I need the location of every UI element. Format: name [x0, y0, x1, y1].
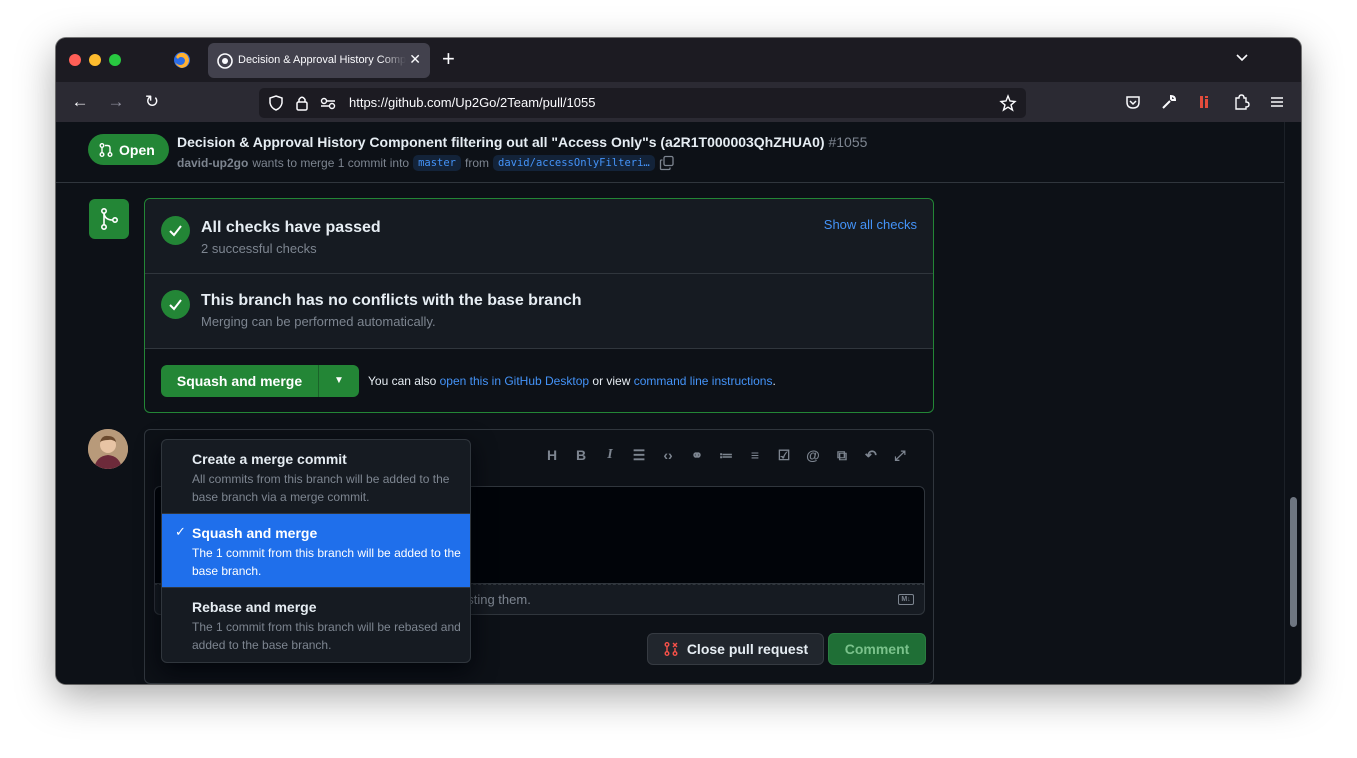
page-scrollbar[interactable]	[1284, 122, 1301, 684]
pull-request-icon	[99, 142, 113, 157]
check-success-icon	[161, 216, 190, 245]
checks-subtitle: 2 successful checks	[201, 241, 317, 256]
github-desktop-link[interactable]: open this in GitHub Desktop	[440, 374, 589, 388]
page-content: Open Decision & Approval History Compone…	[56, 122, 1284, 684]
wrench-icon[interactable]	[1160, 93, 1178, 111]
show-all-checks-link[interactable]: Show all checks	[824, 217, 917, 232]
copy-icon[interactable]	[659, 155, 675, 171]
reference-icon[interactable]: ⧉	[833, 446, 851, 464]
merge-alternatives-text: You can also open this in GitHub Desktop…	[368, 374, 776, 388]
pr-number: #1055	[828, 134, 868, 150]
merge-box: All checks have passed 2 successful chec…	[144, 198, 934, 413]
shield-icon[interactable]	[267, 94, 285, 112]
pr-header: Open Decision & Approval History Compone…	[56, 122, 1284, 183]
markdown-toolbar: H B I ☰ ‹› ⚭ ≔ ≡ ☑ @ ⧉ ↶ ⤢	[543, 446, 909, 464]
permissions-icon[interactable]	[319, 94, 337, 112]
period-text: .	[772, 374, 776, 388]
ordered-list-icon[interactable]: ≡	[746, 446, 764, 464]
menu-item-description: The 1 commit from this branch will be ad…	[192, 546, 461, 578]
menu-item-rebase-and-merge[interactable]: Rebase and merge The 1 commit from this …	[162, 588, 470, 662]
tab-title: Decision & Approval History Component fi…	[238, 54, 406, 66]
bold-icon[interactable]: B	[572, 446, 590, 464]
menu-item-title: Rebase and merge	[192, 599, 317, 615]
menu-item-title: Squash and merge	[192, 525, 318, 541]
tab-list-icon[interactable]	[1235, 51, 1249, 65]
or-view-text: or view	[592, 374, 631, 388]
check-success-icon	[161, 290, 190, 319]
tab-active[interactable]: Decision & Approval History Component fi…	[208, 43, 430, 78]
pr-state-label: Open	[119, 141, 155, 158]
firefox-icon[interactable]	[172, 50, 192, 70]
unordered-list-icon[interactable]: ≔	[717, 446, 735, 464]
close-pull-request-label: Close pull request	[686, 641, 809, 657]
command-line-link[interactable]: command line instructions	[634, 374, 773, 388]
extension-icon[interactable]	[1196, 93, 1214, 111]
checks-title: All checks have passed	[201, 219, 381, 236]
italic-icon[interactable]: I	[601, 446, 619, 464]
tab-bar: Decision & Approval History Component fi…	[56, 38, 1301, 82]
reply-icon[interactable]: ↶	[862, 446, 880, 464]
menu-icon[interactable]	[1268, 93, 1286, 111]
lock-icon[interactable]	[293, 94, 311, 112]
close-window-button[interactable]	[69, 54, 81, 66]
conflicts-section: This branch has no conflicts with the ba…	[145, 274, 933, 349]
quote-icon[interactable]: ☰	[630, 446, 648, 464]
task-list-icon[interactable]: ☑	[775, 446, 793, 464]
close-pull-request-button[interactable]: Close pull request	[647, 633, 824, 665]
bookmark-star-icon[interactable]	[999, 94, 1017, 112]
checks-section: All checks have passed 2 successful chec…	[145, 199, 933, 274]
pr-merge-text: wants to merge 1 commit into	[252, 156, 410, 170]
pr-from-text: from	[465, 156, 490, 170]
browser-window: Decision & Approval History Component fi…	[56, 38, 1301, 684]
pr-title-text: Decision & Approval History Component fi…	[177, 134, 825, 150]
reload-icon[interactable]: ↻	[142, 92, 162, 112]
new-tab-icon[interactable]: +	[442, 47, 455, 71]
comment-button[interactable]: Comment	[828, 633, 926, 665]
pr-title: Decision & Approval History Component fi…	[177, 134, 867, 150]
conflicts-subtitle: Merging can be performed automatically.	[201, 314, 436, 329]
menu-item-description: All commits from this branch will be add…	[192, 472, 450, 504]
minimize-window-button[interactable]	[89, 54, 101, 66]
close-icon[interactable]: ✕	[409, 51, 421, 68]
heading-icon[interactable]: H	[543, 446, 561, 464]
check-icon: ✓	[175, 524, 186, 539]
pocket-icon[interactable]	[1124, 93, 1142, 111]
git-merge-icon	[101, 208, 118, 230]
menu-item-create-merge-commit[interactable]: Create a merge commit All commits from t…	[162, 440, 470, 514]
mention-icon[interactable]: @	[804, 446, 822, 464]
conflicts-title: This branch has no conflicts with the ba…	[201, 292, 582, 309]
nav-bar: ← → ↻ https://github.com/Up2Go/2Team/pul…	[56, 82, 1301, 122]
triangle-down-icon: ▼	[334, 375, 344, 386]
markdown-icon[interactable]: M↓	[898, 594, 914, 605]
zoom-window-button[interactable]	[109, 54, 121, 66]
scrollbar-thumb[interactable]	[1290, 497, 1297, 627]
url-text: https://github.com/Up2Go/2Team/pull/1055	[349, 95, 596, 110]
pr-author-link[interactable]: david-up2go	[177, 156, 248, 170]
menu-item-title: Create a merge commit	[192, 451, 347, 467]
merge-method-menu: Create a merge commit All commits from t…	[161, 439, 471, 663]
pr-state-badge: Open	[88, 134, 169, 165]
menu-item-squash-and-merge[interactable]: ✓ Squash and merge The 1 commit from thi…	[162, 514, 470, 588]
also-prefix-text: You can also	[368, 374, 437, 388]
merge-method-dropdown-button[interactable]: ▼	[318, 365, 359, 397]
puzzle-icon[interactable]	[1232, 93, 1250, 111]
url-bar[interactable]: https://github.com/Up2Go/2Team/pull/1055	[259, 88, 1026, 118]
code-icon[interactable]: ‹›	[659, 446, 677, 464]
base-branch-tag[interactable]: master	[413, 155, 462, 171]
menu-item-description: The 1 commit from this branch will be re…	[192, 620, 461, 652]
pull-request-closed-icon	[664, 642, 678, 656]
github-favicon	[217, 53, 233, 69]
link-icon[interactable]: ⚭	[688, 446, 706, 464]
back-icon[interactable]: ←	[70, 92, 90, 112]
head-branch-tag[interactable]: david/accessOnlyFilteri…	[493, 155, 655, 171]
fullscreen-icon[interactable]: ⤢	[891, 446, 909, 464]
forward-icon[interactable]: →	[106, 92, 126, 112]
avatar[interactable]	[88, 429, 128, 469]
merge-status-icon	[89, 199, 129, 239]
squash-and-merge-button[interactable]: Squash and merge	[161, 365, 318, 397]
pr-meta: david-up2go wants to merge 1 commit into…	[177, 155, 675, 171]
